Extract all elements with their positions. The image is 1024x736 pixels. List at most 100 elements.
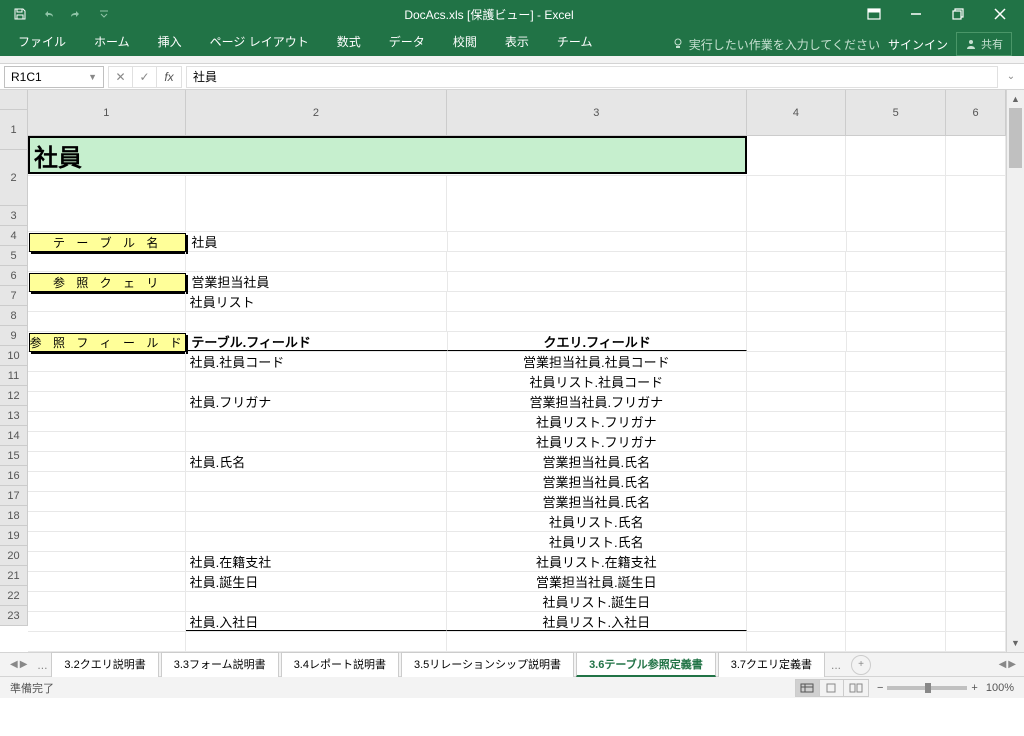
cell[interactable]	[946, 272, 1006, 291]
ribbon-tab[interactable]: データ	[375, 27, 439, 56]
cell[interactable]	[846, 592, 946, 611]
cell[interactable]	[186, 412, 447, 431]
cell[interactable]: テ ー ブ ル 名	[29, 233, 186, 252]
sheet-overflow-right[interactable]: ...	[827, 658, 845, 672]
cell[interactable]	[747, 572, 847, 591]
cell[interactable]	[846, 412, 946, 431]
cell[interactable]	[747, 136, 847, 175]
cell[interactable]: 参 照 フ ィ ー ル ド	[29, 333, 186, 352]
cell[interactable]	[28, 392, 186, 411]
page-layout-view-button[interactable]	[820, 680, 844, 696]
cell[interactable]: 社員.フリガナ	[186, 392, 447, 411]
cell[interactable]	[447, 632, 746, 651]
cell[interactable]	[946, 592, 1006, 611]
row-header[interactable]: 12	[0, 386, 27, 406]
row-header[interactable]: 6	[0, 266, 27, 286]
cell[interactable]	[946, 472, 1006, 491]
cell[interactable]	[846, 512, 946, 531]
cell[interactable]	[186, 252, 447, 271]
cell[interactable]	[186, 632, 447, 651]
vertical-scrollbar[interactable]: ▲ ▼	[1006, 90, 1024, 652]
close-button[interactable]	[980, 0, 1020, 28]
row-header[interactable]: 10	[0, 346, 27, 366]
cell[interactable]	[946, 492, 1006, 511]
cell[interactable]	[946, 412, 1006, 431]
cell[interactable]	[28, 572, 186, 591]
row-header[interactable]: 19	[0, 526, 27, 546]
cell[interactable]	[28, 252, 186, 271]
row-header[interactable]: 16	[0, 466, 27, 486]
scroll-thumb[interactable]	[1009, 108, 1022, 168]
row-header[interactable]: 11	[0, 366, 27, 386]
cell[interactable]: 社員リスト.氏名	[447, 512, 746, 531]
column-header[interactable]: 2	[186, 90, 447, 135]
cell[interactable]: 社員リスト.在籍支社	[447, 552, 746, 571]
column-header[interactable]: 1	[28, 90, 186, 135]
cell[interactable]	[28, 592, 186, 611]
cell[interactable]	[946, 452, 1006, 471]
cell[interactable]	[747, 372, 847, 391]
sheet-tab[interactable]: 3.6テーブル参照定義書	[576, 652, 716, 677]
cell[interactable]	[946, 292, 1006, 311]
cell[interactable]	[846, 532, 946, 551]
cell[interactable]	[28, 412, 186, 431]
undo-button[interactable]	[36, 2, 60, 26]
hscroll-right[interactable]: ▶	[1008, 659, 1016, 670]
row-header[interactable]: 14	[0, 426, 27, 446]
cell[interactable]: 社員リスト.入社日	[447, 612, 746, 631]
cancel-formula-button[interactable]: ✕	[109, 67, 133, 87]
cell[interactable]	[946, 632, 1006, 651]
sheet-nav[interactable]: ◀▶	[4, 659, 33, 670]
cell[interactable]: 社員.氏名	[186, 452, 447, 471]
enter-formula-button[interactable]: ✓	[133, 67, 157, 87]
cell[interactable]	[186, 592, 447, 611]
cell[interactable]	[846, 312, 946, 331]
cell[interactable]	[28, 372, 186, 391]
cell[interactable]	[186, 312, 447, 331]
cell[interactable]	[447, 292, 746, 311]
cell[interactable]: 社員リスト.フリガナ	[447, 412, 746, 431]
signin-link[interactable]: サインイン	[888, 36, 948, 53]
row-header[interactable]: 22	[0, 586, 27, 606]
cell[interactable]	[447, 252, 746, 271]
cell[interactable]	[747, 252, 847, 271]
cell[interactable]	[846, 252, 946, 271]
cell[interactable]	[28, 632, 186, 651]
sheet-tab[interactable]: 3.5リレーションシップ説明書	[401, 652, 574, 677]
sheet-overflow-left[interactable]: ...	[33, 658, 51, 672]
row-header[interactable]: 18	[0, 506, 27, 526]
sheet-tab[interactable]: 3.2クエリ説明書	[51, 652, 158, 677]
cell[interactable]	[846, 552, 946, 571]
page-break-view-button[interactable]	[844, 680, 868, 696]
cell[interactable]	[747, 232, 847, 251]
cell[interactable]	[447, 176, 746, 231]
new-sheet-button[interactable]: +	[851, 655, 871, 675]
cell[interactable]	[846, 292, 946, 311]
cell[interactable]	[846, 432, 946, 451]
ribbon-tab[interactable]: ファイル	[4, 27, 80, 56]
cell[interactable]	[747, 412, 847, 431]
formula-input[interactable]: 社員	[186, 66, 998, 88]
select-all-corner[interactable]	[0, 90, 28, 110]
cell[interactable]	[847, 232, 947, 251]
ribbon-tab[interactable]: 挿入	[144, 27, 196, 56]
row-header[interactable]: 15	[0, 446, 27, 466]
cell[interactable]	[946, 136, 1006, 175]
row-header[interactable]: 2	[0, 150, 27, 206]
row-header[interactable]: 9	[0, 326, 27, 346]
cell[interactable]	[747, 592, 847, 611]
cell[interactable]	[747, 272, 847, 291]
cell[interactable]	[846, 612, 946, 631]
expand-formula-bar[interactable]: ⌄	[1002, 71, 1020, 82]
tell-me-search[interactable]: 実行したい作業を入力してください	[671, 36, 880, 53]
scroll-down-arrow[interactable]: ▼	[1007, 634, 1024, 652]
cell[interactable]	[28, 352, 186, 371]
row-header[interactable]: 20	[0, 546, 27, 566]
cell[interactable]: 社員リスト.氏名	[447, 532, 746, 551]
cell[interactable]	[946, 176, 1006, 231]
cell[interactable]	[186, 432, 447, 451]
share-button[interactable]: 共有	[956, 32, 1012, 56]
cell[interactable]: 営業担当社員.社員コード	[447, 352, 746, 371]
zoom-level[interactable]: 100%	[986, 682, 1014, 694]
cell[interactable]	[28, 472, 186, 491]
